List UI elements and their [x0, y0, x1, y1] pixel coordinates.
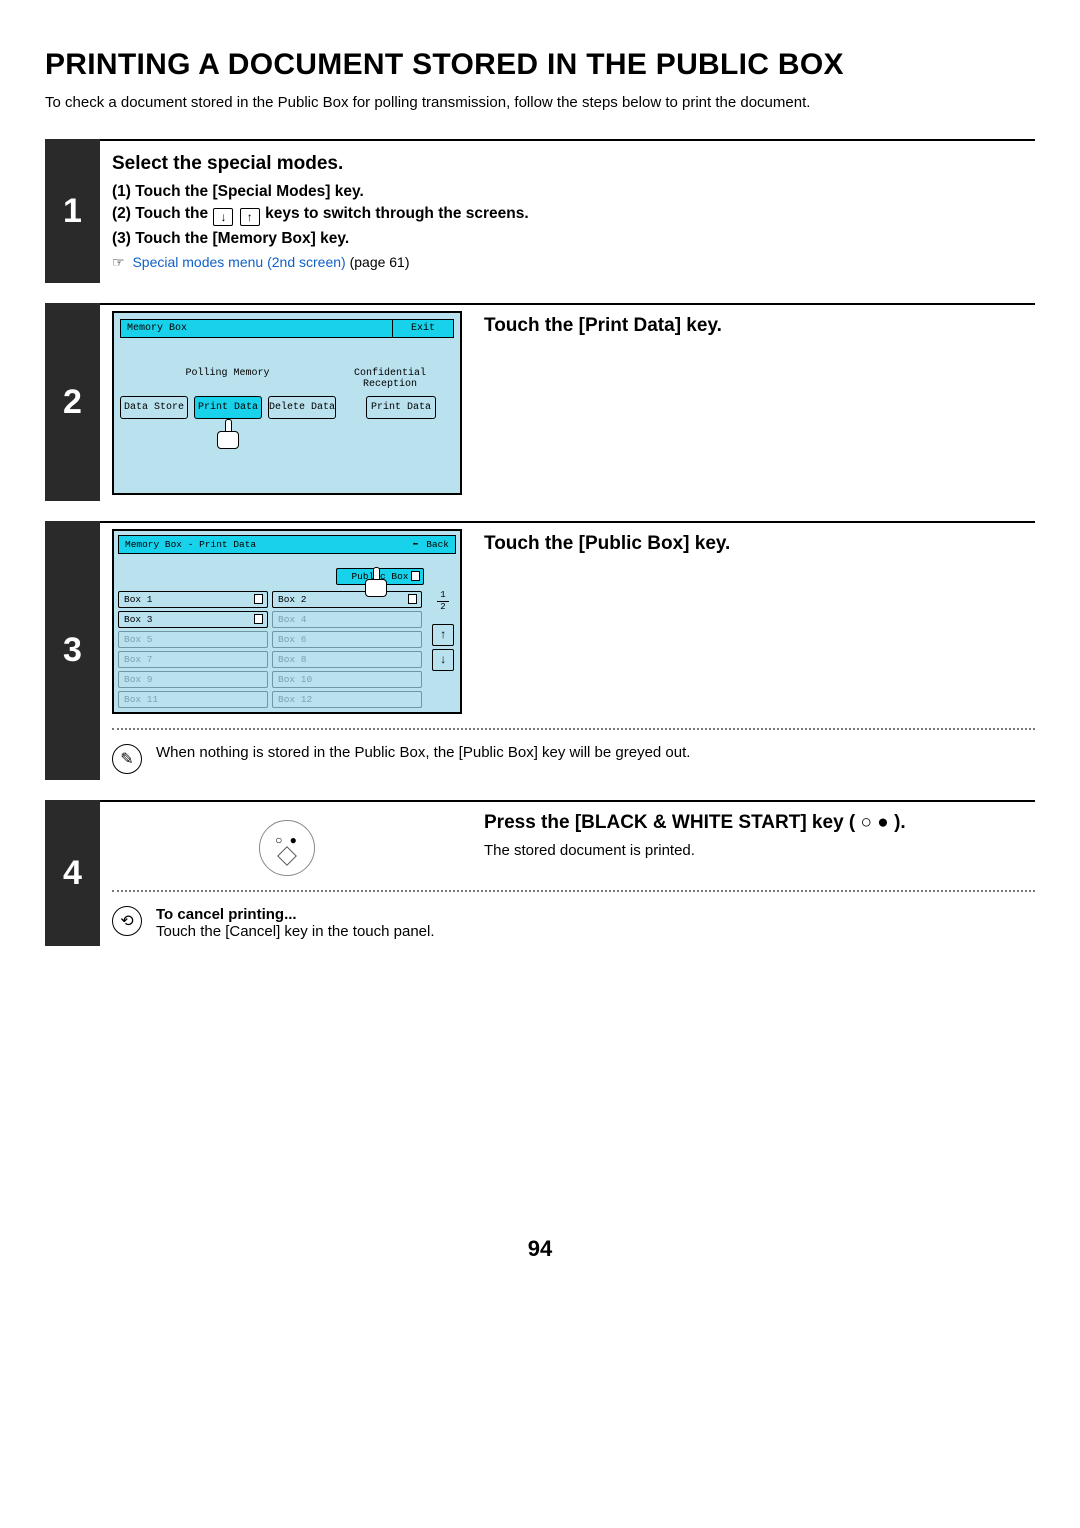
- polling-memory-label: Polling Memory: [120, 368, 335, 390]
- step-1: 1 Select the special modes. (1) Touch th…: [45, 139, 1035, 283]
- scroll-up-button[interactable]: ↑: [432, 624, 454, 646]
- page-number: 94: [45, 1236, 1035, 1262]
- step3-note: When nothing is stored in the Public Box…: [156, 744, 690, 761]
- step4-heading-b: ).: [894, 812, 906, 833]
- step-number-4: 4: [45, 800, 100, 946]
- box-button: Box 12: [272, 691, 422, 708]
- box-button: Box 11: [118, 691, 268, 708]
- step1-link-row: ☞ Special modes menu (2nd screen) (page …: [112, 254, 1035, 271]
- panel2-title: Memory Box: [120, 319, 393, 338]
- box-button: Box 7: [118, 651, 268, 668]
- step1-sub2-suffix: keys to switch through the screens.: [265, 205, 529, 222]
- step-number-3: 3: [45, 521, 100, 780]
- step2-heading: Touch the [Print Data] key.: [484, 315, 1035, 337]
- box-button: Box 6: [272, 631, 422, 648]
- down-arrow-icon: ↓: [213, 208, 233, 226]
- dashed-divider: [112, 728, 1035, 730]
- document-icon: [254, 594, 263, 604]
- box-button: Box 8: [272, 651, 422, 668]
- step-3: 3 Memory Box - Print Data ⬅ Back Public …: [45, 521, 1035, 780]
- bw-start-key-icon: ○ ●: [259, 820, 315, 876]
- up-arrow-icon: ↑: [240, 208, 260, 226]
- step-4: 4 ○ ● Press the [BLACK & WHITE START] ke…: [45, 800, 1035, 946]
- step1-sub3: (3) Touch the [Memory Box] key.: [112, 230, 1035, 248]
- dashed-divider: [112, 890, 1035, 892]
- touch-finger-icon: [214, 419, 242, 453]
- scroll-down-button[interactable]: ↓: [432, 649, 454, 671]
- page-top: 1: [437, 591, 449, 600]
- document-icon: [411, 571, 420, 581]
- box-button: Box 9: [118, 671, 268, 688]
- box-button[interactable]: Box 2: [272, 591, 422, 608]
- note-icon: ✎: [112, 744, 142, 774]
- circle-icon: ○: [861, 812, 872, 833]
- cancel-icon: ⟲: [112, 906, 142, 936]
- step1-sub2-prefix: (2) Touch the: [112, 205, 212, 222]
- page-title: PRINTING A DOCUMENT STORED IN THE PUBLIC…: [45, 48, 1035, 82]
- document-icon: [408, 594, 417, 604]
- panel3-title: Memory Box - Print Data: [125, 539, 256, 550]
- step4-heading-a: Press the [BLACK & WHITE START] key (: [484, 812, 855, 833]
- box-button[interactable]: Box 3: [118, 611, 268, 628]
- touch-finger-icon: [362, 567, 390, 601]
- step3-heading: Touch the [Public Box] key.: [484, 533, 1035, 555]
- step-2: 2 Memory Box Exit Polling Memory Confide…: [45, 303, 1035, 501]
- box-button[interactable]: Box 1: [118, 591, 268, 608]
- box-button: Box 4: [272, 611, 422, 628]
- document-icon: [254, 614, 263, 624]
- step1-heading: Select the special modes.: [112, 153, 1035, 175]
- box-button: Box 5: [118, 631, 268, 648]
- exit-button[interactable]: Exit: [392, 319, 454, 338]
- confidential-reception-label: Confidential Reception: [335, 368, 445, 390]
- box-button: Box 10: [272, 671, 422, 688]
- page-ref: (page 61): [350, 254, 410, 270]
- cancel-body: Touch the [Cancel] key in the touch pane…: [156, 923, 435, 940]
- filled-circle-icon: ●: [877, 812, 888, 833]
- step-number-2: 2: [45, 303, 100, 501]
- step4-body: The stored document is printed.: [484, 842, 1035, 859]
- left-arrow-icon: ⬅: [412, 539, 418, 550]
- step1-sub2: (2) Touch the ↓ ↑ keys to switch through…: [112, 205, 1035, 226]
- print-data-button[interactable]: Print Data: [194, 396, 262, 419]
- intro-text: To check a document stored in the Public…: [45, 94, 1035, 111]
- delete-data-button[interactable]: Delete Data: [268, 396, 336, 419]
- step4-heading: Press the [BLACK & WHITE START] key ( ○ …: [484, 812, 1035, 834]
- step1-sub1: (1) Touch the [Special Modes] key.: [112, 183, 1035, 201]
- step-number-1: 1: [45, 139, 100, 283]
- pointer-icon: ☞: [112, 254, 125, 270]
- data-store-button[interactable]: Data Store: [120, 396, 188, 419]
- print-data-button-2[interactable]: Print Data: [366, 396, 436, 419]
- back-label: Back: [426, 539, 449, 550]
- print-data-panel: Memory Box - Print Data ⬅ Back Public Bo…: [112, 529, 462, 714]
- back-button[interactable]: ⬅ Back: [412, 539, 449, 550]
- special-modes-link[interactable]: Special modes menu (2nd screen): [132, 254, 345, 270]
- memory-box-panel: Memory Box Exit Polling Memory Confident…: [112, 311, 462, 495]
- page-bottom: 2: [437, 603, 449, 612]
- cancel-heading: To cancel printing...: [156, 906, 435, 923]
